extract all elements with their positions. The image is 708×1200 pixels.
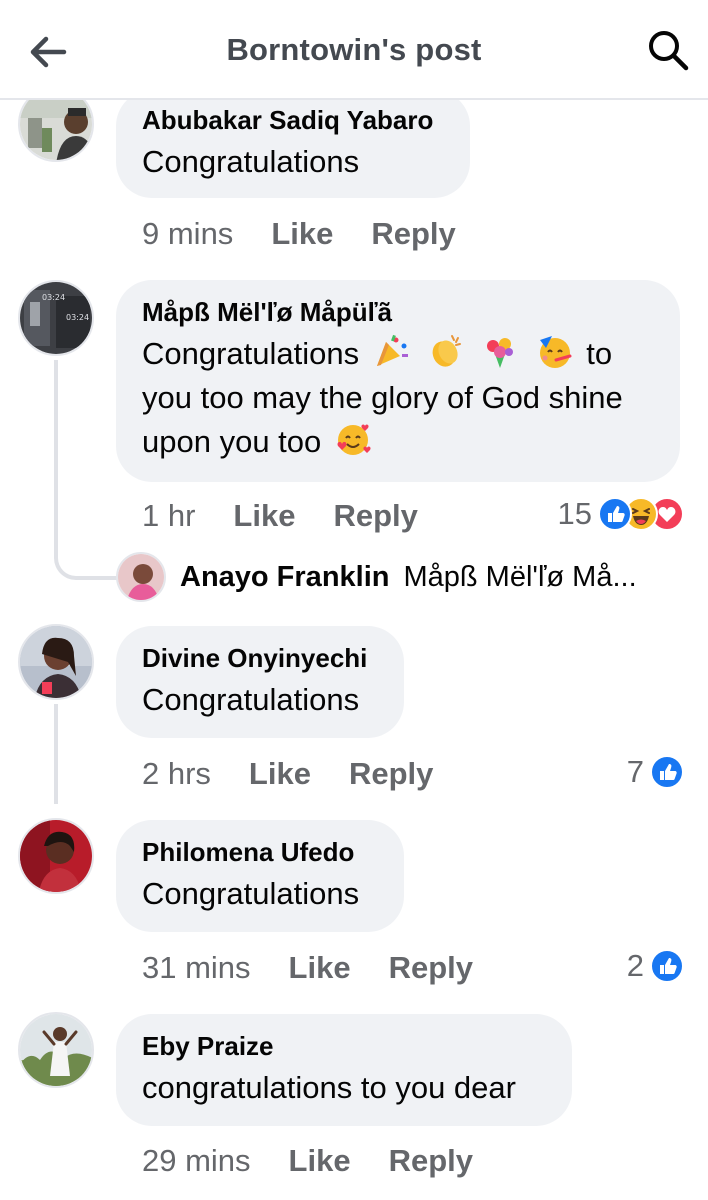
comment-author[interactable]: Divine Onyinyechi xyxy=(142,642,378,674)
reply-button[interactable]: Reply xyxy=(371,216,455,252)
smiling-face-with-hearts-emoji-icon xyxy=(337,424,371,455)
reply-button[interactable]: Reply xyxy=(389,1143,473,1179)
comment-actions: 29 mins Like Reply xyxy=(142,1143,473,1179)
svg-text:03:24: 03:24 xyxy=(66,313,89,322)
comment-bubble[interactable]: Eby Praize congratulations to you dear xyxy=(116,1014,572,1126)
like-button[interactable]: Like xyxy=(249,756,311,792)
comment-text-part: Congratulations xyxy=(142,336,360,371)
comment-text-part: upon you too xyxy=(142,424,322,459)
like-reaction-icon xyxy=(650,755,684,789)
party-popper-emoji-icon xyxy=(376,334,408,366)
avatar[interactable] xyxy=(18,818,94,894)
comment-bubble[interactable]: Måpß Mël'ľø Måpüľã Congratulations to yo… xyxy=(116,280,680,482)
avatar[interactable] xyxy=(18,1012,94,1088)
search-button[interactable] xyxy=(644,26,692,74)
thread-connector xyxy=(54,540,118,580)
thread-line xyxy=(54,360,58,550)
comment-text-part: you too may the glory of God shine xyxy=(142,380,623,415)
like-button[interactable]: Like xyxy=(233,498,295,534)
like-reaction-icon xyxy=(598,497,632,531)
comment-time[interactable]: 29 mins xyxy=(142,1143,251,1179)
reply-button[interactable]: Reply xyxy=(349,756,433,792)
comment-author[interactable]: Abubakar Sadiq Yabaro xyxy=(142,104,444,136)
reaction-summary[interactable]: 2 xyxy=(627,948,684,984)
comment-bubble[interactable]: Abubakar Sadiq Yabaro Congratulations xyxy=(116,90,470,198)
comment-time[interactable]: 1 hr xyxy=(142,498,195,534)
search-icon xyxy=(649,31,689,71)
comment-author[interactable]: Måpß Mël'ľø Måpüľã xyxy=(142,296,654,328)
bouquet-emoji-icon xyxy=(487,338,514,368)
comment-text: Congratulations xyxy=(142,876,360,911)
reply-preview[interactable]: Anayo Franklin Måpß Mël'ľø Må... xyxy=(116,552,637,602)
avatar-image xyxy=(20,820,92,892)
comment-actions: 1 hr Like Reply xyxy=(142,498,418,534)
reaction-summary[interactable]: 7 xyxy=(627,754,684,790)
clapping-hands-emoji-icon xyxy=(433,335,462,367)
reply-avatar xyxy=(116,552,166,602)
svg-text:03:24: 03:24 xyxy=(42,293,65,302)
reply-button[interactable]: Reply xyxy=(333,498,417,534)
avatar-image xyxy=(20,1014,92,1086)
comment-author[interactable]: Philomena Ufedo xyxy=(142,836,378,868)
avatar-image: 03:24 03:24 xyxy=(20,282,92,354)
reply-button[interactable]: Reply xyxy=(389,950,473,986)
like-button[interactable]: Like xyxy=(289,950,351,986)
comment-text-part: to xyxy=(586,336,613,371)
comment-bubble[interactable]: Philomena Ufedo Congratulations xyxy=(116,820,404,932)
reaction-count: 7 xyxy=(626,754,644,789)
comment-text: Congratulations xyxy=(142,144,360,179)
avatar[interactable]: 03:24 03:24 xyxy=(18,280,94,356)
comment-actions: 31 mins Like Reply xyxy=(142,950,473,986)
reply-author: Anayo Franklin xyxy=(180,560,390,593)
reaction-summary[interactable]: 15 xyxy=(558,496,684,532)
comment-time[interactable]: 9 mins xyxy=(142,216,233,252)
reply-snippet: Måpß Mël'ľø Må... xyxy=(403,560,637,593)
comment-actions: 9 mins Like Reply xyxy=(142,216,456,252)
comment-actions: 2 hrs Like Reply xyxy=(142,756,433,792)
avatar[interactable] xyxy=(18,624,94,700)
comment-text: Congratulations xyxy=(142,332,654,464)
like-button[interactable]: Like xyxy=(289,1143,351,1179)
comment-text: congratulations to you dear xyxy=(142,1070,516,1105)
avatar-image xyxy=(20,626,92,698)
like-reaction-icon xyxy=(650,949,684,983)
page-title: Borntowin's post xyxy=(226,32,482,67)
comment-text: Congratulations xyxy=(142,682,360,717)
reaction-count: 15 xyxy=(557,496,592,531)
comment-time[interactable]: 31 mins xyxy=(142,950,251,986)
avatar-image xyxy=(118,554,164,600)
top-bar: Borntowin's post xyxy=(0,0,708,100)
partying-face-emoji-icon xyxy=(539,336,572,368)
reaction-count: 2 xyxy=(626,948,644,983)
thread-line xyxy=(54,704,58,804)
comment-author[interactable]: Eby Praize xyxy=(142,1030,546,1062)
like-button[interactable]: Like xyxy=(271,216,333,252)
comment-bubble[interactable]: Divine Onyinyechi Congratulations xyxy=(116,626,404,738)
comment-time[interactable]: 2 hrs xyxy=(142,756,211,792)
